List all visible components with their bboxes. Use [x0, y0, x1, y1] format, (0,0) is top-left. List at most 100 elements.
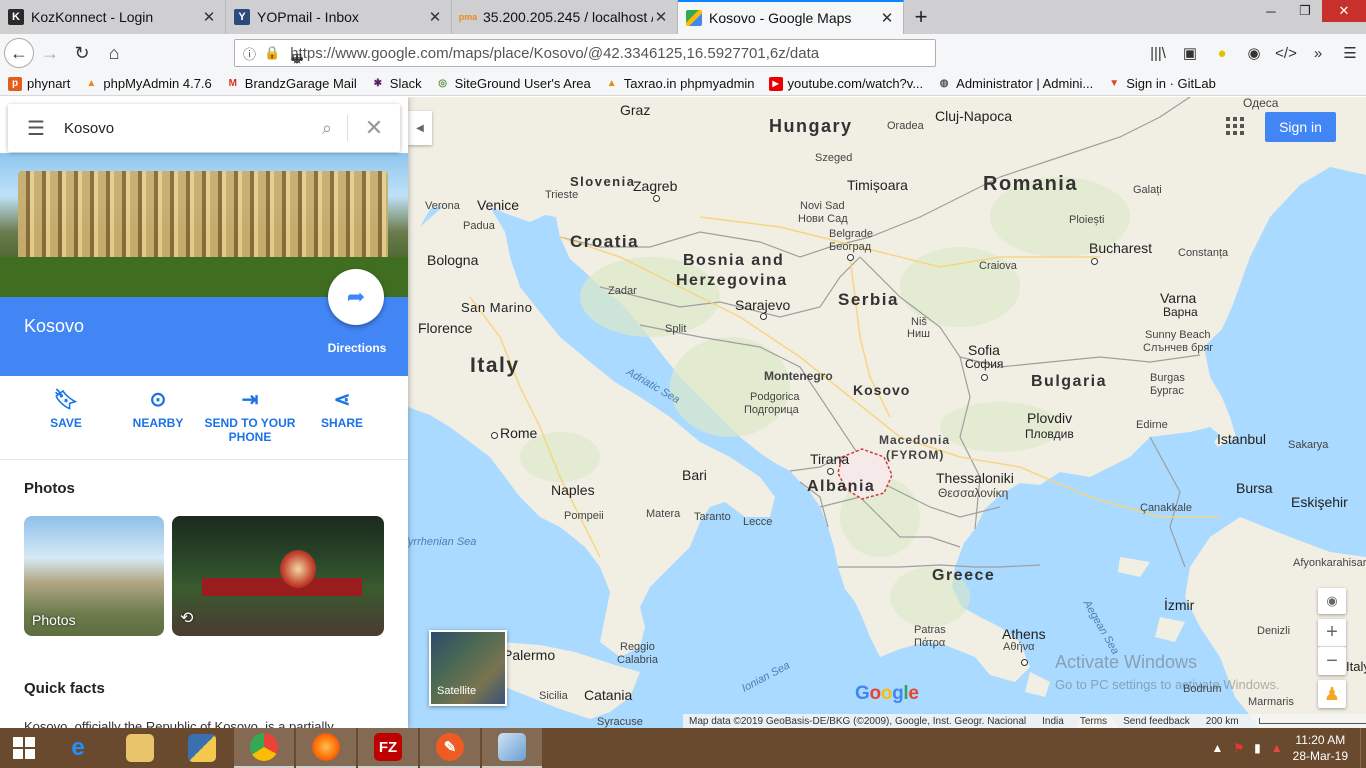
- zoom-in-button[interactable]: +: [1318, 619, 1346, 647]
- bookmark-phpmyadmin[interactable]: ▲ phpMyAdmin 4.7.6: [84, 76, 211, 91]
- bookmark-gitlab[interactable]: ▼ Sign in · GitLab: [1107, 76, 1216, 91]
- network-icon[interactable]: ▲: [1271, 741, 1283, 755]
- map-label-city: Taranto: [694, 511, 731, 523]
- place-panel: ☰ Kosovo ⌕ ✕ Kosovo ➦ Directions 🔖︎ SAVE…: [0, 97, 408, 728]
- photo-360-thumbnail[interactable]: ⟲: [172, 516, 384, 636]
- taskbar-chrome[interactable]: [234, 728, 294, 768]
- overflow-icon[interactable]: »: [1302, 45, 1334, 62]
- gmail-icon: M: [228, 78, 237, 89]
- close-icon[interactable]: ✕: [879, 9, 895, 27]
- tab-kozkonnect[interactable]: K KozKonnect - Login ✕: [0, 0, 226, 34]
- developer-icon[interactable]: </>: [1270, 45, 1302, 62]
- battery-icon[interactable]: ▮: [1254, 741, 1261, 755]
- bookmark-phynart[interactable]: p phynart: [8, 76, 70, 91]
- footer-terms-link[interactable]: Terms: [1080, 716, 1107, 727]
- send-to-phone-button[interactable]: ⇥ SEND TO YOUR PHONE: [204, 388, 296, 444]
- sign-in-button[interactable]: Sign in: [1265, 112, 1336, 142]
- bookmark-taxrao[interactable]: ▲ Taxrao.in phpmyadmin: [605, 76, 755, 91]
- phpmyadmin-icon: ▲: [86, 78, 97, 89]
- city-marker: [1021, 659, 1028, 666]
- taskbar-python[interactable]: [172, 728, 232, 768]
- footer-feedback-link[interactable]: Send feedback: [1123, 716, 1190, 727]
- library-icon[interactable]: |||\: [1142, 45, 1174, 62]
- bookmark-star-icon[interactable]: ☆: [251, 52, 343, 66]
- map-label-city: Syracuse: [597, 716, 643, 728]
- taskbar-virtualbox[interactable]: [482, 728, 542, 768]
- map-label-city: San Marino: [461, 300, 533, 315]
- forward-icon[interactable]: →: [34, 37, 66, 69]
- bookmark-brandzgarage-mail[interactable]: M BrandzGarage Mail: [226, 76, 357, 91]
- youtube-icon: ▶: [768, 76, 783, 91]
- clock[interactable]: 11:20 AM 28-Mar-19: [1293, 732, 1348, 764]
- clock-time: 11:20 AM: [1295, 733, 1346, 747]
- sidebar-icon[interactable]: ▣: [1174, 44, 1206, 62]
- map-canvas[interactable]: Hungary Romania Slovenia Croatia Bosnia …: [0, 97, 1366, 728]
- taskbar-file-explorer[interactable]: [110, 728, 170, 768]
- directions-icon: ➦: [346, 284, 366, 309]
- extension-bulb-icon[interactable]: ●: [1206, 45, 1238, 62]
- nearby-button[interactable]: ⊙ NEARBY: [112, 388, 204, 430]
- taskbar-filezilla[interactable]: FZ: [358, 728, 418, 768]
- siteground-icon: ◎: [438, 78, 447, 89]
- map-scale[interactable]: 200 km: [1206, 716, 1366, 727]
- my-location-icon[interactable]: ◉: [1318, 588, 1346, 614]
- home-icon[interactable]: ⌂: [98, 37, 130, 69]
- back-icon[interactable]: ←: [4, 38, 34, 68]
- close-icon[interactable]: ✕: [653, 8, 669, 26]
- taskbar-firefox[interactable]: [296, 728, 356, 768]
- show-desktop-button[interactable]: [1360, 728, 1366, 768]
- directions-label[interactable]: Directions: [318, 341, 396, 355]
- tray-flag-icon[interactable]: ⚑: [1233, 741, 1244, 755]
- footer-region-link[interactable]: India: [1042, 716, 1064, 727]
- map-label-country: Bulgaria: [1031, 373, 1108, 390]
- window-close-icon[interactable]: ✕: [1322, 0, 1366, 22]
- share-button[interactable]: ⋖ SHARE: [296, 388, 388, 430]
- search-input[interactable]: Kosovo: [64, 120, 307, 137]
- url-text[interactable]: https://www.google.com/maps/place/Kosovo…: [290, 45, 927, 62]
- bookmark-youtube[interactable]: ▶ youtube.com/watch?v...: [768, 76, 923, 91]
- menu-icon[interactable]: ☰: [8, 116, 64, 141]
- url-bar[interactable]: ⓘ 🔒 https://www.google.com/maps/place/Ko…: [234, 39, 936, 67]
- map-label-city: Cluj-Napoca: [935, 108, 1013, 124]
- map-label-country: Italy: [470, 354, 520, 377]
- bookmark-slack[interactable]: ✱ Slack: [371, 76, 422, 91]
- tab-phpmyadmin[interactable]: pma 35.200.205.245 / localhost / ✕: [452, 0, 678, 34]
- map-label-city: Palermo: [503, 647, 556, 663]
- minimize-icon[interactable]: ─: [1254, 0, 1288, 22]
- collapse-panel-button[interactable]: ◀: [408, 111, 432, 145]
- photo-thumbnail[interactable]: Photos: [24, 516, 164, 636]
- taskbar-internet-explorer[interactable]: e: [48, 728, 108, 768]
- new-tab-button[interactable]: +: [904, 0, 938, 34]
- satellite-toggle[interactable]: Satellite: [429, 630, 507, 706]
- close-icon[interactable]: ✕: [427, 8, 443, 26]
- bookmark-siteground[interactable]: ◎ SiteGround User's Area: [436, 76, 591, 91]
- hamburger-menu-icon[interactable]: ☰: [1334, 44, 1366, 62]
- map-label-city: Одеса: [1243, 97, 1279, 110]
- map-label-city: Pompeii: [564, 510, 604, 522]
- clear-search-icon[interactable]: ✕: [348, 115, 400, 141]
- save-button[interactable]: 🔖︎ SAVE: [20, 388, 112, 430]
- start-button[interactable]: [0, 728, 48, 768]
- bookmark-administrator[interactable]: ◍ Administrator | Admini...: [937, 76, 1093, 91]
- map-label-city: Sicilia: [539, 690, 568, 702]
- python-icon: [188, 734, 216, 762]
- restore-icon[interactable]: ❐: [1288, 0, 1322, 22]
- virtualbox-icon: [498, 733, 526, 761]
- reload-icon[interactable]: ↻: [66, 37, 98, 69]
- map-label-country: Serbia: [838, 290, 899, 309]
- extension-color-icon[interactable]: ◉: [1238, 44, 1270, 62]
- directions-button[interactable]: ➦: [328, 269, 384, 325]
- phynart-icon: p: [8, 76, 22, 91]
- map-label-city: Lecce: [743, 516, 773, 528]
- map-label-city: Bari: [682, 467, 707, 483]
- tray-overflow-icon[interactable]: ▲: [1211, 741, 1223, 755]
- tab-google-maps[interactable]: Kosovo - Google Maps ✕: [678, 0, 904, 34]
- close-icon[interactable]: ✕: [201, 8, 217, 26]
- search-icon[interactable]: ⌕: [307, 118, 347, 139]
- tab-yopmail[interactable]: Y YOPmail - Inbox ✕: [226, 0, 452, 34]
- zoom-out-button[interactable]: −: [1318, 647, 1346, 675]
- street-view-pegman-icon[interactable]: ♟: [1318, 680, 1346, 708]
- google-apps-icon[interactable]: [1226, 117, 1244, 135]
- taskbar-postman[interactable]: ✎: [420, 728, 480, 768]
- chrome-icon: [250, 733, 278, 761]
